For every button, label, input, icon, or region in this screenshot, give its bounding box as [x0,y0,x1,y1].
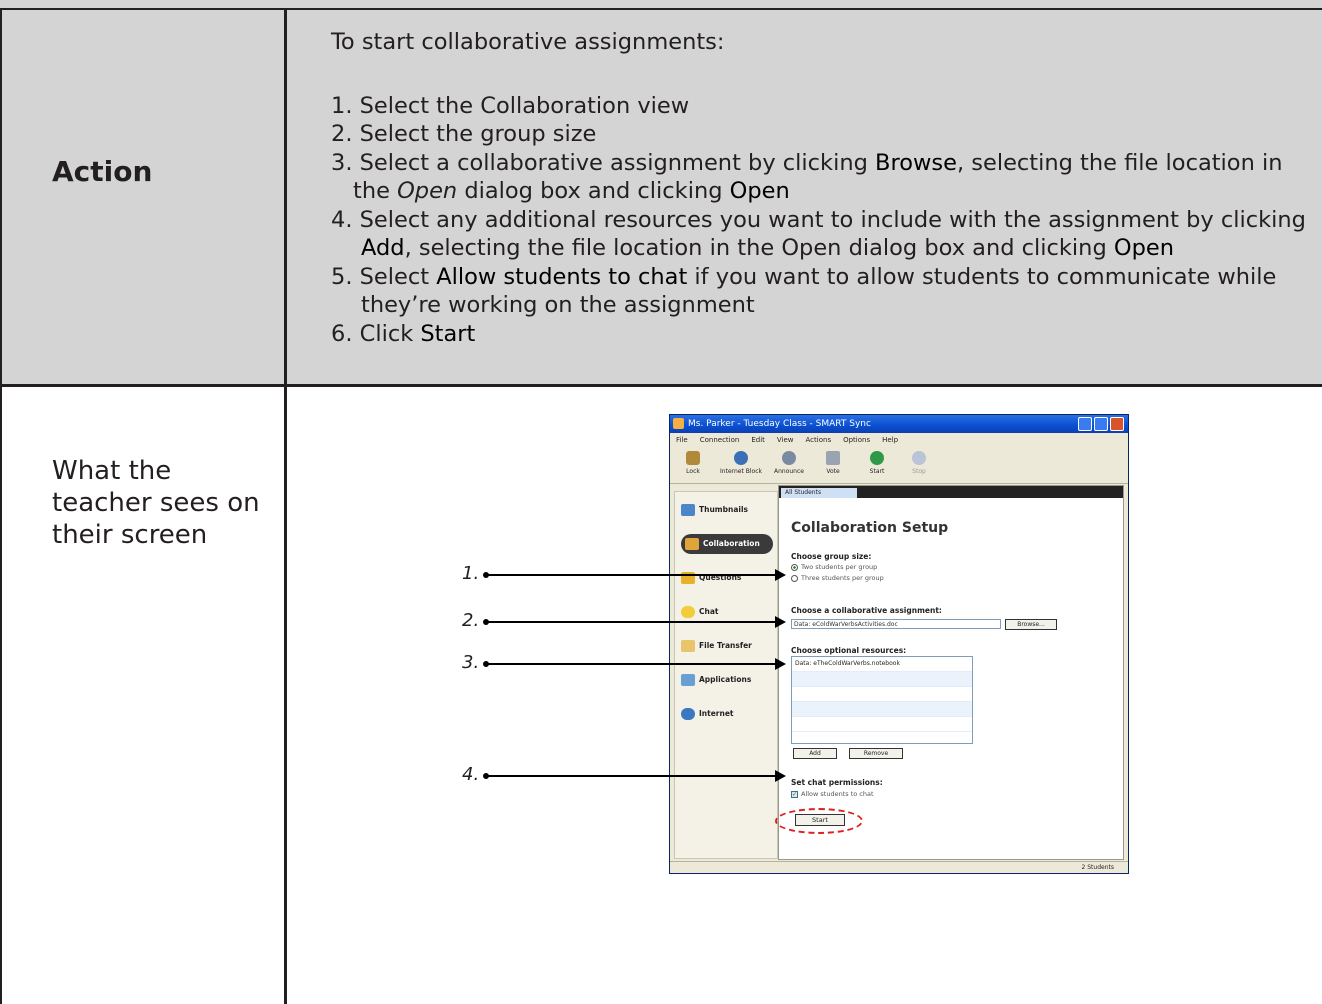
add-button[interactable]: Add [793,748,837,759]
status-student-count: 2 Students [1081,864,1114,871]
internet-block-button[interactable]: Internet Block [720,449,762,475]
list-item[interactable]: Data: eTheColdWarVerbs.notebook [792,657,972,672]
sidebar-item-collaboration[interactable]: Collaboration [681,534,773,554]
browse-button[interactable]: Browse... [1005,619,1057,630]
menu-help[interactable]: Help [882,436,898,444]
sidebar-item-thumbnails[interactable]: Thumbnails [681,500,773,520]
menu-file[interactable]: File [676,436,688,444]
globe-icon [734,451,748,465]
tab-all-students[interactable]: All Students [781,488,857,498]
thumbnails-icon [681,504,695,516]
close-icon[interactable] [1110,417,1124,431]
step-2: 2. Select the group size [331,121,597,147]
menu-edit[interactable]: Edit [751,436,765,444]
stop-icon [912,451,926,465]
step-3-cont: the Open dialog box and clicking Open [353,178,790,204]
maximize-icon[interactable] [1094,417,1108,431]
announce-button[interactable]: Announce [768,449,810,475]
callout-2-number: 2. [462,610,480,631]
resources-label: Choose optional resources: [791,646,907,655]
list-item-empty [792,687,972,702]
sidebar-item-internet[interactable]: Internet [681,704,773,724]
stop-toolbar-button[interactable]: Stop [898,449,940,475]
remove-button[interactable]: Remove [849,748,903,759]
lock-icon [686,451,700,465]
menu-connection[interactable]: Connection [700,436,740,444]
callout-3-arrow [483,658,786,670]
lock-button[interactable]: Lock [672,449,714,475]
assignment-label: Choose a collaborative assignment: [791,606,942,615]
radio-selected-icon[interactable] [791,563,798,571]
applications-icon [681,674,695,686]
list-item-empty [792,717,972,732]
status-bar: 2 Students [670,861,1128,874]
teacher-label: What the teacher sees on their screen [52,456,260,550]
menu-actions[interactable]: Actions [806,436,832,444]
title-bar: Ms. Parker - Tuesday Class - SMART Sync [670,415,1128,433]
menu-options[interactable]: Options [843,436,870,444]
minimize-icon[interactable] [1078,417,1092,431]
list-item-empty [792,702,972,717]
callout-4-arrow [483,770,786,782]
table-border-middle [0,384,1322,387]
sidebar-item-applications[interactable]: Applications [681,670,773,690]
play-icon [870,451,884,465]
callout-1-number: 1. [462,563,480,584]
sidebar-item-file-transfer[interactable]: File Transfer [681,636,773,656]
sidebar-item-chat[interactable]: Chat [681,602,773,622]
list-item-empty [792,672,972,687]
resources-list[interactable]: Data: eTheColdWarVerbs.notebook [791,656,973,744]
action-steps: To start collaborative assignments: 1. S… [331,28,1316,348]
menu-bar: File Connection Edit View Actions Options Help [670,433,1128,447]
tab-strip: All Students [779,486,1123,498]
group-option-three[interactable]: Three students per group [791,574,884,582]
allow-chat-checkbox[interactable]: ✓ Allow students to chat [791,790,874,798]
vote-button[interactable]: Vote [812,449,854,475]
step-4: 4. Select any additional resources you w… [331,206,1306,233]
steps-heading: To start collaborative assignments: [331,29,725,55]
checkmark-icon[interactable]: ✓ [791,790,798,798]
table-border-top [0,8,1322,10]
callout-4-number: 4. [462,764,480,785]
setup-title: Collaboration Setup [791,520,949,536]
assignment-field[interactable]: Data: eColdWarVerbsActivities.doc [791,619,1001,629]
callout-3-number: 3. [462,652,480,673]
action-label: Action [52,155,153,188]
chat-permissions-label: Set chat permissions: [791,778,883,787]
internet-icon [681,708,695,720]
step-5-cont: they’re working on the assignment [361,292,755,318]
group-size-label: Choose group size: [791,552,872,561]
menu-view[interactable]: View [777,436,794,444]
vote-icon [826,451,840,465]
callout-1-arrow [483,569,786,581]
chat-icon [681,606,695,618]
start-toolbar-button[interactable]: Start [856,449,898,475]
collaboration-icon [685,538,699,550]
window-title: Ms. Parker - Tuesday Class - SMART Sync [688,419,871,429]
app-icon [673,418,684,429]
folder-icon [681,640,695,652]
announce-icon [782,451,796,465]
app-window: Ms. Parker - Tuesday Class - SMART Sync … [669,414,1129,874]
step-5: 5. Select Allow students to chat if you … [331,263,1277,290]
table-border-left [0,8,2,1004]
radio-icon[interactable] [791,574,798,582]
step-3: 3. Select a collaborative assignment by … [331,149,1283,176]
table-border-divider [284,8,287,1004]
callout-2-arrow [483,616,786,628]
start-highlight-circle [775,808,863,834]
step-1: 1. Select the Collaboration view [331,92,690,119]
sidebar: Thumbnails Collaboration Questions Chat … [674,491,778,859]
sidebar-item-questions[interactable]: Questions [681,568,773,588]
collaboration-panel: All Students Collaboration Setup Choose … [778,485,1124,860]
group-option-two[interactable]: Two students per group [791,563,877,571]
step-6: 6. Click Start [331,320,476,347]
toolbar: Lock Internet Block Announce Vote Start … [670,447,1128,484]
step-4-cont: Add, selecting the file location in the … [361,235,1174,261]
instruction-table: Action To start collaborative assignment… [0,0,1322,1004]
